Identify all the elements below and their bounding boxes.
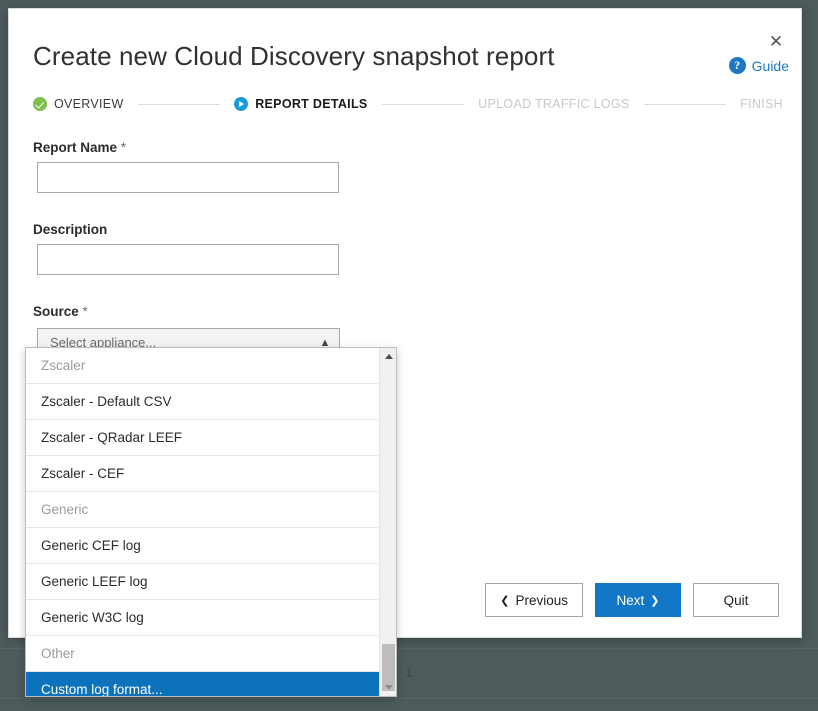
stepper-step-report-details[interactable]: REPORT DETAILS <box>234 97 367 111</box>
page-title: Create new Cloud Discovery snapshot repo… <box>33 41 555 72</box>
stepper-step-finish: FINISH <box>740 97 783 111</box>
scroll-up-arrow-icon[interactable] <box>380 348 397 365</box>
scroll-down-arrow-icon[interactable] <box>380 679 397 696</box>
dropdown-option[interactable]: Zscaler - QRadar LEEF <box>26 420 379 456</box>
previous-button-label: Previous <box>515 593 568 608</box>
source-label-text: Source <box>33 304 79 319</box>
close-icon[interactable]: ✕ <box>765 31 787 53</box>
next-button-label: Next <box>617 593 645 608</box>
next-button[interactable]: Next ❯ <box>595 583 681 617</box>
description-label-text: Description <box>33 222 107 237</box>
source-dropdown-list: ZscalerZscaler - Default CSVZscaler - QR… <box>25 347 397 697</box>
required-marker: * <box>83 304 88 319</box>
quit-button-label: Quit <box>724 593 749 608</box>
dropdown-option[interactable]: Zscaler - CEF <box>26 456 379 492</box>
dropdown-option[interactable]: Custom log format... <box>26 672 379 696</box>
chevron-right-icon: ❯ <box>650 594 659 607</box>
description-input[interactable] <box>37 244 339 275</box>
dialog-footer: ❮ Previous Next ❯ Quit <box>485 583 779 617</box>
stepper-step-upload-traffic-logs: UPLOAD TRAFFIC LOGS <box>478 97 629 111</box>
dropdown-option[interactable]: Generic W3C log <box>26 600 379 636</box>
chevron-left-icon: ❮ <box>500 594 509 607</box>
description-label: Description <box>33 222 107 237</box>
report-name-label: Report Name * <box>33 140 126 155</box>
source-label: Source * <box>33 304 88 319</box>
dropdown-option[interactable]: Zscaler - Default CSV <box>26 384 379 420</box>
dropdown-group-header: Other <box>26 636 379 672</box>
wizard-stepper: OVERVIEW REPORT DETAILS UPLOAD TRAFFIC L… <box>33 94 783 114</box>
stepper-step-label: UPLOAD TRAFFIC LOGS <box>478 97 629 111</box>
check-circle-icon <box>33 97 47 111</box>
stepper-step-label: REPORT DETAILS <box>255 97 367 111</box>
dropdown-option[interactable]: Generic CEF log <box>26 528 379 564</box>
dropdown-option[interactable]: Generic LEEF log <box>26 564 379 600</box>
stepper-step-label: FINISH <box>740 97 783 111</box>
guide-link[interactable]: ? Guide <box>729 57 789 74</box>
stepper-step-overview[interactable]: OVERVIEW <box>33 97 124 111</box>
dropdown-group-header: Generic <box>26 492 379 528</box>
quit-button[interactable]: Quit <box>693 583 779 617</box>
stepper-connector <box>644 104 727 105</box>
background-row <box>0 698 818 699</box>
guide-label: Guide <box>752 58 789 74</box>
help-circle-icon: ? <box>729 57 746 74</box>
play-circle-icon <box>234 97 248 111</box>
report-name-input[interactable] <box>37 162 339 193</box>
previous-button[interactable]: ❮ Previous <box>485 583 583 617</box>
stepper-step-label: OVERVIEW <box>54 97 124 111</box>
stepper-connector <box>138 104 221 105</box>
stepper-connector <box>382 104 465 105</box>
dropdown-group-header: Zscaler <box>26 348 379 384</box>
source-dropdown-options: ZscalerZscaler - Default CSVZscaler - QR… <box>26 348 379 696</box>
report-name-label-text: Report Name <box>33 140 117 155</box>
required-marker: * <box>121 140 126 155</box>
dropdown-scrollbar[interactable] <box>379 348 396 696</box>
